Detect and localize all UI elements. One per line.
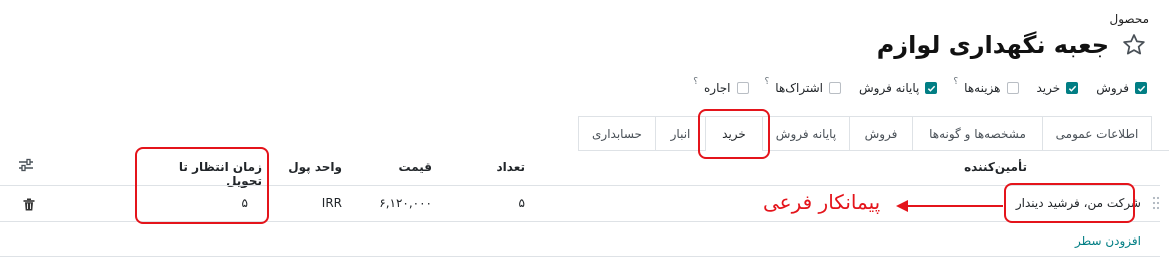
option-subscriptions[interactable]: اشتراک‌ها ؟ — [765, 77, 841, 95]
option-purchase[interactable]: خرید — [1037, 81, 1079, 95]
checkbox-icon[interactable] — [736, 82, 749, 94]
purchase-tab-highlight — [698, 109, 770, 159]
tab-attributes[interactable]: مشخصه‌ها و گونه‌ها — [912, 116, 1043, 150]
checkbox-icon[interactable] — [829, 82, 841, 94]
tab-sales[interactable]: فروش — [849, 116, 913, 150]
arrow-icon — [896, 198, 1004, 217]
help-icon[interactable]: ؟ — [953, 77, 958, 87]
footer-divider — [0, 256, 1160, 257]
cell-price[interactable]: ۶,۱۲۰,۰۰۰ — [360, 196, 432, 210]
add-line-link[interactable]: افزودن سطر — [1075, 234, 1141, 248]
optional-columns-icon[interactable] — [18, 157, 34, 176]
drag-handle-icon[interactable] — [1152, 195, 1160, 214]
checkbox-icon[interactable] — [1006, 82, 1019, 94]
model-label: محصول — [1109, 12, 1150, 26]
vendor-highlight — [1004, 183, 1135, 223]
help-icon[interactable]: ؟ — [693, 77, 698, 87]
lead-time-highlight — [135, 147, 269, 224]
checkbox-checked-icon[interactable] — [1135, 82, 1147, 94]
tabs-divider — [578, 150, 1169, 151]
help-icon[interactable]: ؟ — [765, 77, 770, 87]
option-expenses[interactable]: هزینه‌ها ؟ — [953, 77, 1019, 95]
option-label: اشتراک‌ها — [775, 81, 823, 95]
product-title[interactable]: جعبه نگهداری لوازم — [877, 31, 1109, 59]
tab-accounting[interactable]: حسابداری — [578, 116, 656, 150]
product-options: فروش خرید هزینه‌ها ؟ پایانه فروش اشتراک‌… — [693, 77, 1147, 95]
option-label: اجاره — [704, 81, 731, 95]
checkbox-checked-icon[interactable] — [925, 82, 938, 94]
column-quantity[interactable]: تعداد — [455, 160, 525, 174]
cell-currency[interactable]: IRR — [270, 196, 342, 210]
option-pos[interactable]: پایانه فروش — [859, 81, 938, 95]
trash-icon[interactable] — [23, 196, 35, 215]
option-label: پایانه فروش — [859, 81, 920, 95]
cell-quantity[interactable]: ۵ — [455, 196, 525, 210]
column-currency[interactable]: واحد پول — [270, 160, 342, 174]
option-sale[interactable]: فروش — [1096, 81, 1147, 95]
option-rental[interactable]: اجاره ؟ — [693, 77, 749, 95]
option-label: فروش — [1096, 81, 1129, 95]
tab-general[interactable]: اطلاعات عمومی — [1042, 116, 1152, 150]
checkbox-checked-icon[interactable] — [1066, 82, 1079, 94]
tab-pos[interactable]: پایانه فروش — [762, 116, 850, 150]
title-row: جعبه نگهداری لوازم — [877, 30, 1149, 60]
star-icon[interactable] — [1119, 30, 1149, 60]
option-label: خرید — [1036, 81, 1061, 95]
option-label: هزینه‌ها — [964, 81, 1001, 95]
column-vendor[interactable]: تأمین‌کننده — [887, 160, 1027, 174]
subcontractor-annotation: پیمانکار فرعی — [763, 190, 881, 214]
column-price[interactable]: قیمت — [360, 160, 432, 174]
